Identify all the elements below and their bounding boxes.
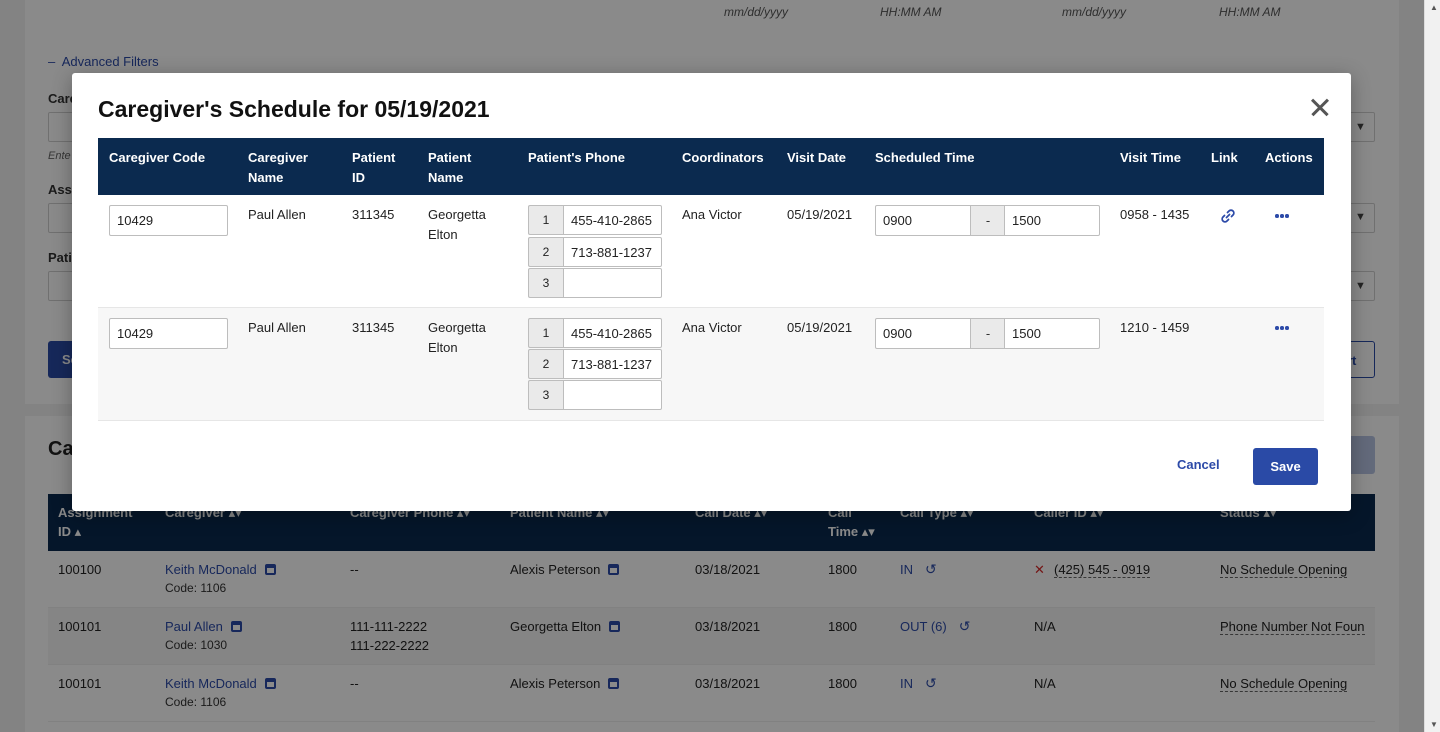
th-patient-phone: Patient's Phone	[528, 150, 625, 165]
th-patient-id: Patient ID	[352, 150, 396, 185]
visit-time: 1210 - 1459	[1120, 320, 1190, 335]
visit-date: 05/19/2021	[787, 320, 853, 335]
visit-time: 0958 - 1435	[1120, 207, 1190, 222]
phone-group-3: 3	[528, 380, 662, 410]
scroll-up-icon[interactable]: ▲	[1430, 3, 1438, 12]
th-link: Link	[1211, 150, 1238, 165]
more-actions-icon[interactable]	[1275, 325, 1291, 331]
visit-date: 05/19/2021	[787, 207, 853, 222]
phone-input[interactable]	[563, 380, 662, 410]
th-caregiver-name: Caregiver Name	[248, 150, 308, 185]
th-caregiver-code: Caregiver Code	[109, 150, 206, 165]
link-icon[interactable]	[1220, 208, 1236, 224]
time-separator: -	[971, 318, 1005, 349]
caregiver-name: Paul Allen	[248, 320, 306, 335]
phone-group-1: 1	[528, 205, 662, 235]
caregiver-code-input[interactable]	[109, 205, 228, 236]
scheduled-end-input[interactable]	[1004, 205, 1100, 236]
phone-input[interactable]	[563, 318, 662, 348]
th-visit-time: Visit Time	[1120, 150, 1181, 165]
schedule-modal: Caregiver's Schedule for 05/19/2021 Care…	[72, 73, 1351, 511]
scheduled-start-input[interactable]	[875, 205, 971, 236]
th-coordinators: Coordinators	[682, 150, 764, 165]
caregiver-name: Paul Allen	[248, 207, 306, 222]
phone-index: 3	[528, 268, 563, 298]
phone-index: 3	[528, 380, 563, 410]
phone-input[interactable]	[563, 349, 662, 379]
patient-name: Georgetta Elton	[428, 207, 486, 242]
cancel-button[interactable]: Cancel	[1177, 457, 1220, 472]
save-button[interactable]: Save	[1253, 448, 1318, 485]
close-icon[interactable]	[1308, 95, 1332, 119]
phone-index: 1	[528, 205, 563, 235]
patient-id: 311345	[352, 320, 395, 335]
phone-index: 1	[528, 318, 563, 348]
phone-index: 2	[528, 237, 563, 267]
patient-name: Georgetta Elton	[428, 320, 486, 355]
schedule-table: Caregiver Code Caregiver Name Patient ID…	[98, 138, 1324, 421]
phone-input[interactable]	[563, 268, 662, 298]
phone-group-3: 3	[528, 268, 662, 298]
th-actions: Actions	[1265, 150, 1313, 165]
phone-input[interactable]	[563, 205, 662, 235]
modal-title: Caregiver's Schedule for 05/19/2021	[98, 96, 490, 122]
coordinator: Ana Victor	[682, 207, 742, 222]
coordinator: Ana Victor	[682, 320, 742, 335]
phone-group-2: 2	[528, 237, 662, 267]
caregiver-code-input[interactable]	[109, 318, 228, 349]
scroll-down-icon[interactable]: ▼	[1430, 720, 1438, 729]
phone-group-2: 2	[528, 349, 662, 379]
phone-input[interactable]	[563, 237, 662, 267]
schedule-row: Paul Allen 311345 Georgetta Elton 1 2 3 …	[98, 195, 1324, 308]
more-actions-icon[interactable]	[1275, 213, 1291, 219]
th-visit-date: Visit Date	[787, 150, 847, 165]
scheduled-end-input[interactable]	[1004, 318, 1100, 349]
phone-group-1: 1	[528, 318, 662, 348]
patient-id: 311345	[352, 207, 395, 222]
phone-index: 2	[528, 349, 563, 379]
scrollbar[interactable]	[1424, 0, 1440, 732]
schedule-table-header: Caregiver Code Caregiver Name Patient ID…	[98, 138, 1324, 195]
th-patient-name: Patient Name	[428, 150, 472, 185]
schedule-row: Paul Allen 311345 Georgetta Elton 1 2 3 …	[98, 308, 1324, 421]
time-separator: -	[971, 205, 1005, 236]
th-scheduled-time: Scheduled Time	[875, 150, 975, 165]
scheduled-start-input[interactable]	[875, 318, 971, 349]
